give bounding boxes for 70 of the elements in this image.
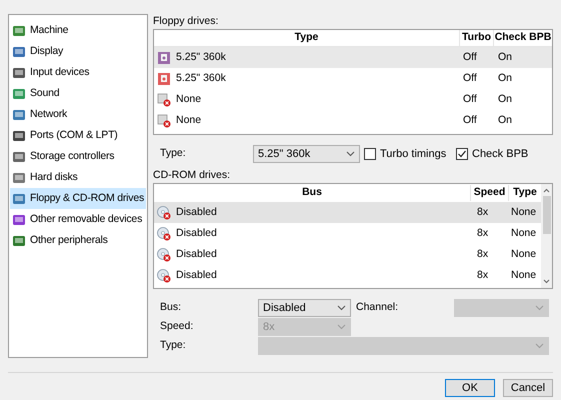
sidebar-item[interactable]: Display [10,41,146,62]
sidebar-item[interactable]: Hard disks [10,167,146,188]
table-cell-text: None [176,92,202,107]
chevron-down-icon [535,305,544,311]
disc-icon [157,248,171,262]
field-label: Type: [159,338,187,354]
table-cell-text: 5.25" 360k [176,70,226,86]
empty-drive-icon [157,114,171,128]
checkbox[interactable]: Turbo timings [364,146,456,162]
table-cell-text: On [497,50,514,65]
table-cell-text: Off [462,70,478,86]
sidebar-item[interactable]: Machine [10,20,146,41]
chevron-down-icon [346,151,355,157]
scrollbar[interactable] [541,184,552,288]
table-cell-text: 8x [476,204,490,220]
sidebar-item[interactable]: Other peripherals [10,230,146,251]
column-header[interactable]: Speed [471,185,509,201]
table-cell-text: Disabled [176,204,217,220]
table-cell-text: None [510,246,538,262]
sidebar-item[interactable]: Network [10,104,146,125]
table-cell-text: 5.25" 360k [176,50,226,65]
table-cell-text: 8x [476,268,490,283]
table-cell-text: On [497,92,514,107]
table-cell-text: Disabled [176,226,217,241]
sidebar-item[interactable]: Ports (COM & LPT) [10,125,146,146]
check-icon [457,149,467,159]
table-cell-text: 8x [476,246,490,262]
table-cell-text: None [176,112,202,128]
table-cell-text: None [510,268,538,283]
table-cell-text: Off [462,92,478,107]
table-cell-text: Off [462,50,478,65]
table-cell-text: On [497,70,514,86]
empty-drive-icon [157,92,171,106]
field-label: Type: [159,146,187,162]
field-label: Speed: [159,319,194,334]
chevron-down-icon [337,324,346,330]
sidebar-item[interactable]: Storage controllers [10,146,146,167]
column-header[interactable]: Type [509,185,541,201]
field-label: Channel: [356,300,400,316]
section-label: CD-ROM drives: [153,168,232,182]
disc-icon [157,226,171,240]
checkbox[interactable]: Check BPB [456,146,528,162]
disc-icon [157,268,171,282]
column-header[interactable]: Check BPB [494,30,552,46]
sidebar-item[interactable]: Floppy & CD-ROM drives [10,188,146,209]
ok-button[interactable]: OK [445,379,495,397]
table-cell-text: None [510,226,538,241]
dropdown[interactable]: Disabled [258,299,351,317]
scroll-thumb[interactable] [542,196,550,234]
disc-icon [157,206,171,220]
section-label: Floppy drives: [153,14,220,28]
chevron-down-icon [535,343,544,349]
chevron-down-icon [337,305,346,311]
table-row[interactable]: 5.25" 360k Off On [154,47,552,68]
table-cell-text: 8x [476,226,490,241]
column-header[interactable]: Type [154,30,460,46]
cancel-button[interactable]: Cancel [503,379,553,397]
column-header[interactable]: Turbo [460,30,494,46]
dropdown[interactable]: 5.25" 360k [253,145,360,163]
sidebar-item[interactable]: Other removable devices [10,209,146,230]
sidebar-item[interactable]: Sound [10,83,146,104]
table-cell-text: Off [462,112,478,128]
table-row[interactable]: Disabled 8x None [154,202,541,223]
table-cell-text: None [510,204,538,220]
table-cell-text: Disabled [176,246,217,262]
sidebar-item[interactable]: Input devices [10,62,146,83]
table-cell-text: On [497,112,514,128]
field-label: Bus: [159,300,182,316]
column-header[interactable]: Bus [154,185,471,201]
table-cell-text: Disabled [176,268,217,283]
